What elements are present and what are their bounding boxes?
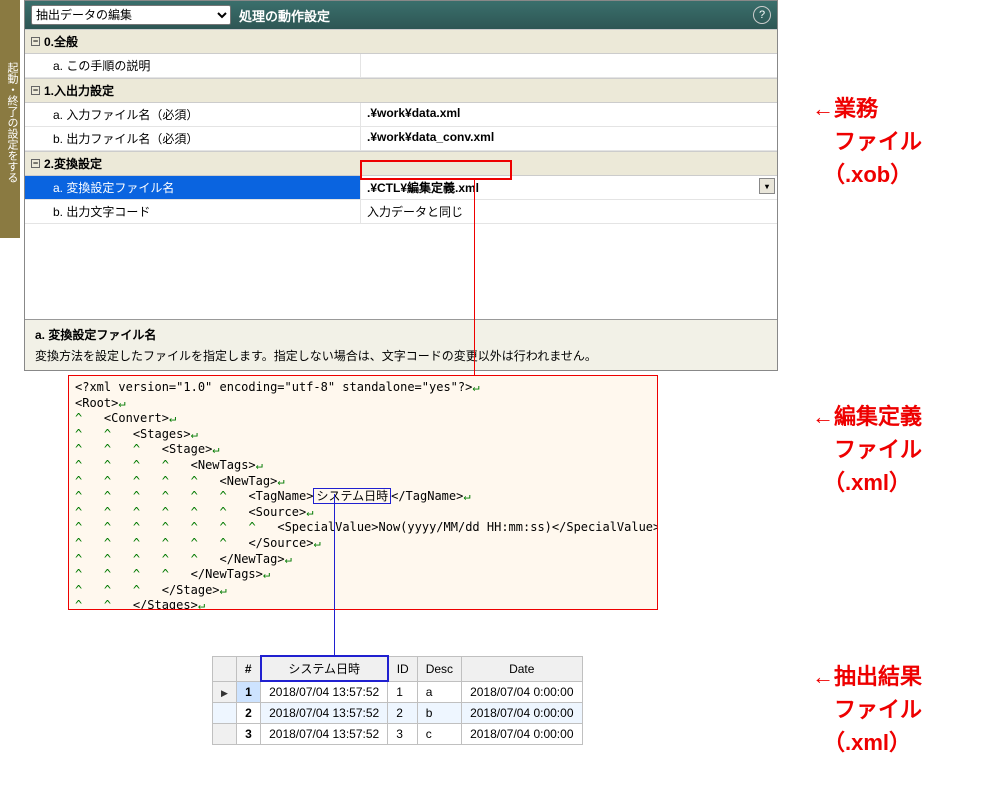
process-select[interactable]: 抽出データの編集 — [31, 5, 231, 25]
col-date[interactable]: Date — [462, 656, 582, 681]
connector-line — [474, 180, 475, 375]
row-output-file[interactable]: b. 出力ファイル名（必須） .¥work¥data_conv.xml — [25, 127, 777, 151]
collapse-icon[interactable]: − — [31, 86, 40, 95]
row-output-encoding[interactable]: b. 出力文字コード 入力データと同じ — [25, 200, 777, 224]
table-row[interactable]: 1 2018/07/04 13:57:52 1 a 2018/07/04 0:0… — [213, 681, 583, 703]
group-convert[interactable]: − 2.変換設定 — [25, 151, 777, 176]
collapse-icon[interactable]: − — [31, 37, 40, 46]
col-id[interactable]: ID — [388, 656, 418, 681]
table-row[interactable]: 2 2018/07/04 13:57:52 2 b 2018/07/04 0:0… — [213, 703, 583, 724]
annotation-result-file: ←抽出結果 ファイル （.xml） — [812, 660, 922, 759]
panel-title: 処理の動作設定 — [239, 6, 330, 25]
titlebar: 抽出データの編集 処理の動作設定 ? — [25, 1, 777, 29]
group-general[interactable]: − 0.全般 — [25, 29, 777, 54]
property-grid: − 0.全般 a. この手順の説明 − 1.入出力設定 a. 入力ファイル名（必… — [25, 29, 777, 319]
description-body: 変換方法を設定したファイルを指定します。指定しない場合は、文字コードの変更以外は… — [35, 347, 767, 364]
table-row[interactable]: 3 2018/07/04 13:57:52 3 c 2018/07/04 0:0… — [213, 724, 583, 745]
dropdown-arrow-icon[interactable]: ▾ — [759, 178, 775, 194]
sidebar-label: 起動・終了の設定をする — [0, 62, 20, 183]
help-icon[interactable]: ? — [753, 6, 771, 24]
collapse-icon[interactable]: − — [31, 159, 40, 168]
row-step-desc[interactable]: a. この手順の説明 — [25, 54, 777, 78]
row-convert-settings-file[interactable]: a. 変換設定ファイル名 .¥CTL¥編集定義.xml ▾ — [25, 176, 777, 200]
row-input-file[interactable]: a. 入力ファイル名（必須） .¥work¥data.xml — [25, 103, 777, 127]
col-system-datetime[interactable]: システム日時 — [261, 656, 388, 681]
description-title: a. 変換設定ファイル名 — [35, 326, 767, 343]
xml-tagname-value: システム日時 — [313, 488, 391, 504]
xml-definition-box: <?xml version="1.0" encoding="utf-8" sta… — [68, 375, 658, 610]
settings-panel: 抽出データの編集 処理の動作設定 ? − 0.全般 a. この手順の説明 − 1… — [24, 0, 778, 371]
col-hash[interactable]: # — [236, 656, 260, 681]
sidebar-tab[interactable]: 起動・終了の設定をする — [0, 0, 20, 238]
annotation-definition-file: ←編集定義 ファイル （.xml） — [812, 400, 922, 499]
grid-empty — [25, 224, 777, 319]
description-box: a. 変換設定ファイル名 変換方法を設定したファイルを指定します。指定しない場合… — [25, 319, 777, 370]
result-table: # システム日時 ID Desc Date 1 2018/07/04 13:57… — [212, 655, 583, 745]
col-desc[interactable]: Desc — [417, 656, 461, 681]
row-header-blank — [213, 656, 237, 681]
connector-line-blue — [334, 494, 335, 661]
group-io[interactable]: − 1.入出力設定 — [25, 78, 777, 103]
annotation-business-file: ←業務 ファイル （.xob） — [812, 92, 922, 191]
